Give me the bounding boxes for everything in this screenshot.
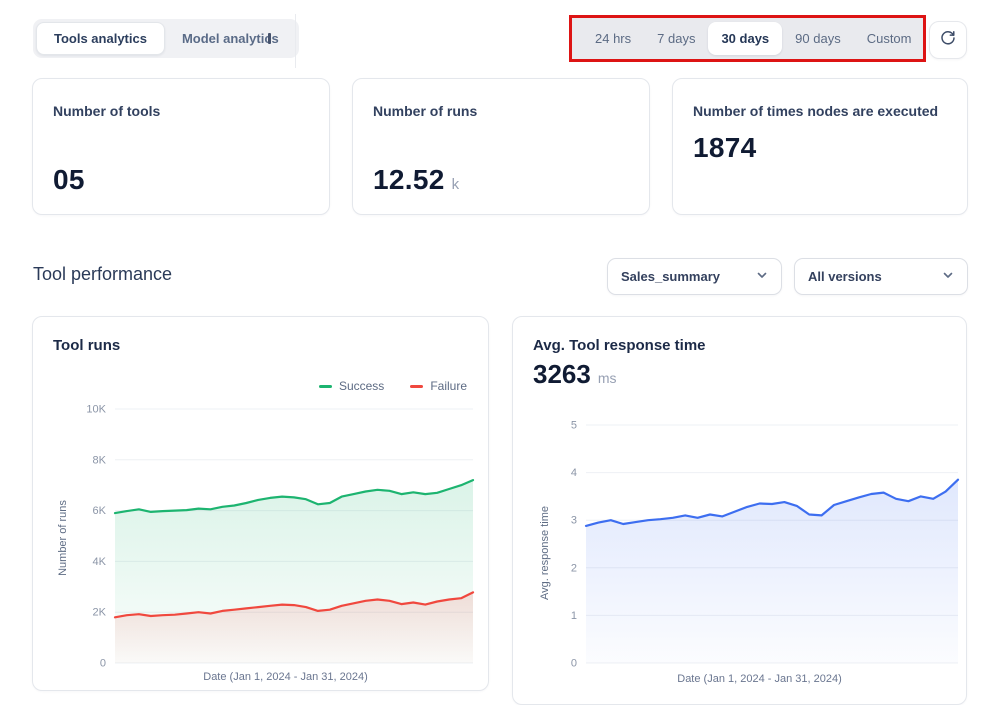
tool-runs-title: Tool runs: [53, 337, 120, 354]
stat-card-number-of-tools: Number of tools 05: [32, 78, 330, 215]
svg-text:5: 5: [571, 420, 577, 432]
stat-title: Number of runs: [373, 103, 629, 119]
svg-text:0: 0: [571, 658, 577, 670]
legend-label: Success: [339, 379, 384, 393]
stat-title: Number of times nodes are executed: [693, 103, 947, 119]
time-range-custom-label: Custom: [867, 31, 912, 46]
time-range-24hrs-label: 24 hrs: [595, 31, 631, 46]
legend-item-failure[interactable]: Failure: [410, 379, 467, 393]
time-range-7days[interactable]: 7 days: [644, 22, 708, 55]
legend-label: Failure: [430, 379, 467, 393]
stat-title: Number of tools: [53, 103, 309, 119]
time-range-24hrs[interactable]: 24 hrs: [582, 22, 644, 55]
stat-unit: k: [452, 176, 460, 193]
tool-runs-x-axis-label: Date (Jan 1, 2024 - Jan 31, 2024): [33, 671, 488, 683]
response-time-card: Avg. Tool response time 3263 ms Avg. res…: [512, 316, 967, 705]
response-time-unit: ms: [598, 370, 617, 386]
time-range-30days-label: 30 days: [721, 31, 769, 46]
tool-runs-legend: Success Failure: [319, 379, 467, 393]
tool-runs-y-axis-label: Number of runs: [57, 488, 69, 588]
failure-swatch-icon: [410, 385, 423, 388]
svg-text:4: 4: [571, 467, 577, 479]
legend-item-success[interactable]: Success: [319, 379, 384, 393]
response-time-title: Avg. Tool response time: [533, 337, 706, 354]
svg-text:6K: 6K: [93, 505, 107, 517]
vertical-divider: [295, 14, 296, 68]
refresh-icon: [939, 29, 957, 52]
tool-runs-chart[interactable]: 0 2K 4K 6K 8K 10K: [69, 399, 477, 679]
response-time-x-axis-label: Date (Jan 1, 2024 - Jan 31, 2024): [513, 673, 966, 685]
svg-text:8K: 8K: [93, 454, 107, 466]
time-range-90days-label: 90 days: [795, 31, 841, 46]
stat-card-number-of-runs: Number of runs 12.52 k: [352, 78, 650, 215]
cropped-ui-fragment: [268, 33, 271, 44]
success-swatch-icon: [319, 385, 332, 388]
svg-text:0: 0: [100, 658, 106, 670]
stat-card-nodes-executed: Number of times nodes are executed 1874: [672, 78, 968, 215]
svg-text:4K: 4K: [93, 556, 107, 568]
time-range-90days[interactable]: 90 days: [782, 22, 854, 55]
time-range-7days-label: 7 days: [657, 31, 695, 46]
tool-select-dropdown[interactable]: Sales_summary: [607, 258, 782, 295]
tab-tools-analytics-label: Tools analytics: [54, 31, 147, 46]
response-time-value: 3263: [533, 359, 591, 390]
tool-runs-card: Tool runs Success Failure Number of runs…: [32, 316, 489, 691]
time-range-custom[interactable]: Custom: [854, 22, 925, 55]
version-select-dropdown[interactable]: All versions: [794, 258, 968, 295]
svg-text:2K: 2K: [93, 607, 107, 619]
tab-tools-analytics[interactable]: Tools analytics: [36, 22, 165, 55]
stat-value: 05: [53, 164, 85, 196]
svg-text:2: 2: [571, 562, 577, 574]
time-range-30days[interactable]: 30 days: [708, 22, 782, 55]
stat-value: 1874: [693, 132, 757, 164]
chevron-down-icon: [756, 268, 768, 286]
tab-model-analytics[interactable]: Model analytics: [165, 22, 296, 55]
svg-text:10K: 10K: [86, 404, 106, 416]
section-title-tool-performance: Tool performance: [33, 264, 172, 285]
stat-value: 12.52: [373, 164, 445, 196]
svg-text:3: 3: [571, 515, 577, 527]
response-time-chart[interactable]: 0 1 2 3 4 5: [543, 415, 963, 679]
time-range-selector-annotated: 24 hrs 7 days 30 days 90 days Custom: [569, 15, 926, 62]
tab-model-analytics-label: Model analytics: [182, 31, 279, 46]
chevron-down-icon: [942, 268, 954, 286]
svg-text:1: 1: [571, 610, 577, 622]
version-select-value: All versions: [808, 269, 882, 284]
analytics-tabs: Tools analytics Model analytics: [33, 19, 299, 58]
refresh-button[interactable]: [929, 21, 967, 59]
tool-select-value: Sales_summary: [621, 269, 720, 284]
